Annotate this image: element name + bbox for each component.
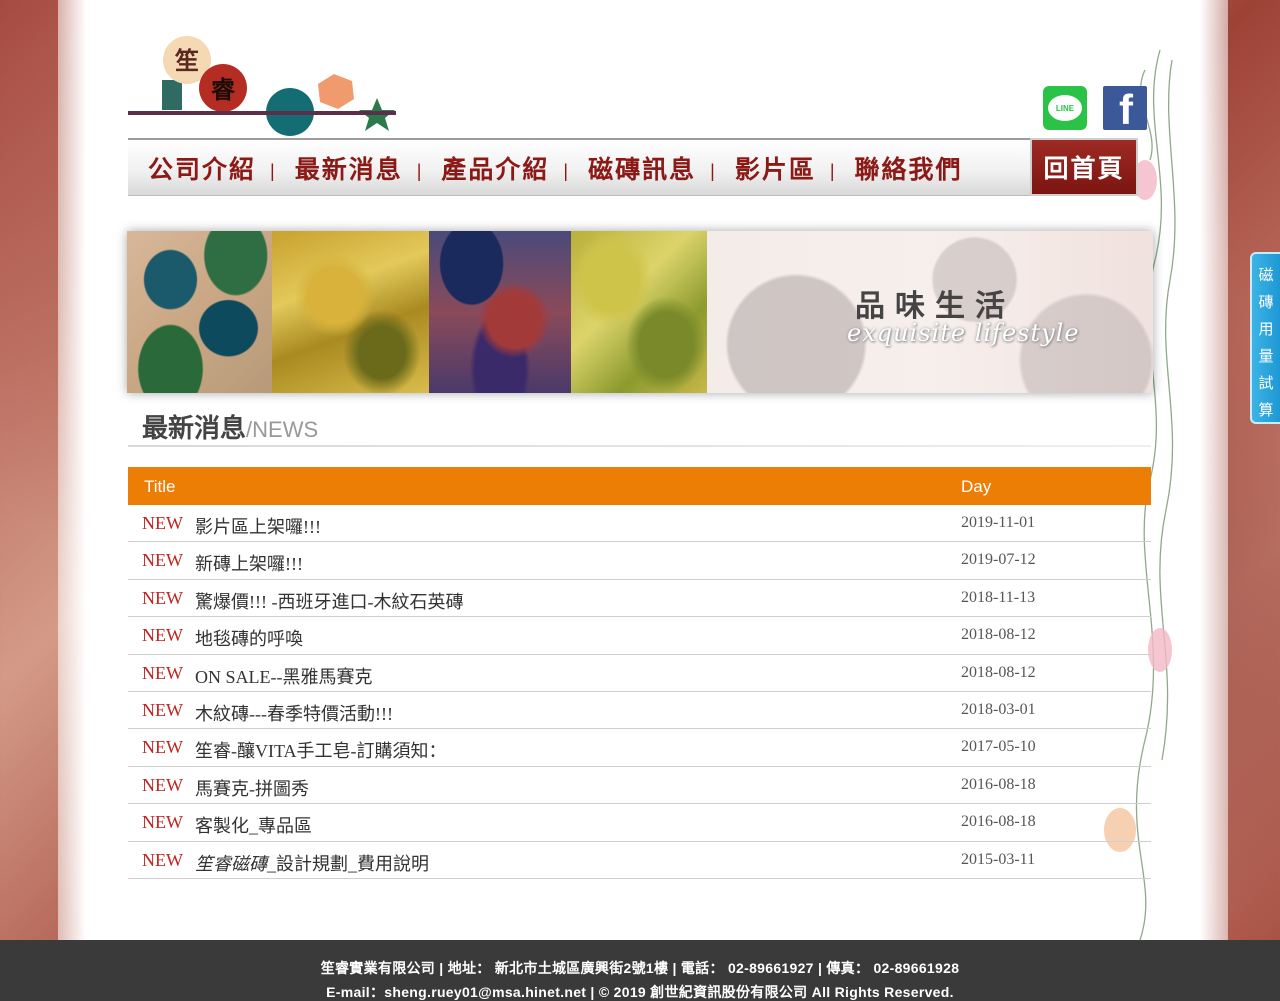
news-date: 2016-08-18 <box>961 813 1036 831</box>
table-row[interactable]: NEW 笙睿磁磚_設計規劃_費用說明 2015-03-11 <box>128 842 1151 879</box>
banner-tile-image <box>272 231 429 393</box>
nav-item-tile-info[interactable]: 磁磚訊息 <box>568 150 696 186</box>
facebook-icon[interactable]: f <box>1103 86 1147 130</box>
facebook-label: f <box>1119 86 1133 131</box>
nav-separator: | <box>563 161 569 181</box>
tile-calculator-tab[interactable]: 磁 磚 用 量 試 算 <box>1250 252 1280 424</box>
news-title-italic: 笙睿磁磚 <box>195 853 267 874</box>
news-title-rest: _設計規劃_費用說明 <box>267 853 429 874</box>
news-date: 2018-03-01 <box>961 700 1036 718</box>
news-rows: NEW 影片區上架囉!!! 2019-11-01 NEW 新磚上架囉!!! 2019-07… <box>128 505 1151 879</box>
news-date: 2019-11-01 <box>961 514 1036 531</box>
news-date: 2018-11-13 <box>961 588 1036 606</box>
banner-subtitle: exquisite lifestyle <box>847 319 1080 347</box>
new-badge: NEW <box>142 699 183 720</box>
table-row[interactable]: NEW 驚爆價!!! -西班牙進口-木紋石英磚 2018-11-13 <box>128 580 1151 618</box>
news-title-link[interactable]: 笙睿-釀VITA手工皂-訂購須知： <box>195 737 447 763</box>
side-tab-char: 量 <box>1258 347 1274 365</box>
news-date: 2018-08-12 <box>961 663 1036 681</box>
news-title-link[interactable]: 客製化_專品區 <box>195 812 312 838</box>
news-date: 2016-08-18 <box>961 775 1036 793</box>
nav-separator: | <box>829 161 835 181</box>
news-date: 2017-05-10 <box>961 738 1036 756</box>
table-row[interactable]: NEW 木紋磚---春季特價活動!!! 2018-03-01 <box>128 692 1151 730</box>
company-logo: 笙 睿 <box>128 36 396 136</box>
side-tab-char: 磚 <box>1258 293 1274 311</box>
table-row[interactable]: NEW 客製化_專品區 2016-08-18 <box>128 804 1151 842</box>
logo-char-top: 笙 <box>174 47 199 75</box>
news-title-link[interactable]: 地毯磚的呼喚 <box>195 625 303 651</box>
nav-item-about[interactable]: 公司介紹 <box>128 150 256 186</box>
nav-item-products[interactable]: 產品介紹 <box>421 150 549 186</box>
news-title-link[interactable]: 新磚上架囉!!! <box>195 550 303 576</box>
banner-tile-image <box>429 231 571 393</box>
nav-item-contact[interactable]: 聯絡我們 <box>835 150 963 186</box>
home-button[interactable]: 回首頁 <box>1030 138 1138 196</box>
new-badge: NEW <box>142 737 183 758</box>
table-row[interactable]: NEW 影片區上架囉!!! 2019-11-01 <box>128 505 1151 543</box>
new-badge: NEW <box>142 625 183 646</box>
banner-tile-image <box>127 231 272 393</box>
new-badge: NEW <box>142 662 183 683</box>
table-row[interactable]: NEW 笙睿-釀VITA手工皂-訂購須知： 2017-05-10 <box>128 729 1151 767</box>
news-heading: 最新消息/NEWS <box>142 408 318 445</box>
table-row[interactable]: NEW 馬賽克-拼圖秀 2016-08-18 <box>128 767 1151 805</box>
table-header: Title Day <box>128 467 1151 505</box>
nav-separator: | <box>270 161 275 181</box>
new-badge: NEW <box>142 774 183 795</box>
news-title-link[interactable]: 影片區上架囉!!! <box>195 513 321 539</box>
line-label: LINE <box>1048 95 1082 121</box>
nav-separator: | <box>416 161 422 181</box>
column-header-title: Title <box>144 477 176 496</box>
new-badge: NEW <box>142 513 183 533</box>
news-title-link[interactable]: 笙睿磁磚_設計規劃_費用說明 <box>195 850 429 876</box>
side-tab-char: 試 <box>1258 374 1274 392</box>
logo-char-bottom: 睿 <box>211 76 236 104</box>
new-badge: NEW <box>142 812 183 833</box>
side-tab-char: 磁 <box>1258 266 1274 284</box>
new-badge: NEW <box>142 550 183 571</box>
news-title-link[interactable]: 驚爆價!!! -西班牙進口-木紋石英磚 <box>195 588 463 614</box>
line-icon[interactable]: LINE <box>1043 86 1087 130</box>
news-table: Title Day NEW 影片區上架囉!!! 2019-11-01 NEW 新磚上架囉… <box>128 467 1151 879</box>
new-badge: NEW <box>142 849 183 870</box>
news-heading-zh: 最新消息 <box>142 414 247 444</box>
news-title-link[interactable]: 木紋磚---春季特價活動!!! <box>195 700 393 726</box>
footer-copyright: E-mail：sheng.ruey01@msa.hinet.net | © 20… <box>326 984 954 1000</box>
news-divider <box>128 445 1151 447</box>
site-footer: 笙睿實業有限公司 | 地址： 新北市土城區廣興街2號1樓 | 電話： 02-89… <box>0 940 1280 1001</box>
new-badge: NEW <box>142 587 183 608</box>
news-date: 2015-03-11 <box>961 850 1036 868</box>
side-tab-char: 用 <box>1258 320 1274 338</box>
news-date: 2018-08-12 <box>961 626 1036 644</box>
news-heading-en: /NEWS <box>246 417 319 442</box>
column-header-day: Day <box>961 477 992 496</box>
nav-separator: | <box>710 161 715 181</box>
banner-tile-image <box>571 231 707 393</box>
main-nav: 公司介紹 | 最新消息 | 產品介紹 | 磁磚訊息 | 影片區 | 聯絡我們 回… <box>128 138 1138 196</box>
table-row[interactable]: NEW 地毯磚的呼喚 2018-08-12 <box>128 617 1151 655</box>
table-row[interactable]: NEW 新磚上架囉!!! 2019-07-12 <box>128 542 1151 580</box>
news-title-link[interactable]: ON SALE--黑雅馬賽克 <box>195 663 373 689</box>
nav-item-videos[interactable]: 影片區 <box>715 150 816 186</box>
footer-company-info: 笙睿實業有限公司 | 地址： 新北市土城區廣興街2號1樓 | 電話： 02-89… <box>320 960 960 976</box>
news-title-link[interactable]: 馬賽克-拼圖秀 <box>195 775 309 801</box>
news-date: 2019-07-12 <box>961 551 1036 569</box>
hero-banner: 品味生活 exquisite lifestyle <box>127 231 1153 393</box>
nav-item-news[interactable]: 最新消息 <box>275 150 403 186</box>
table-row[interactable]: NEW ON SALE--黑雅馬賽克 2018-08-12 <box>128 655 1151 692</box>
side-tab-char: 算 <box>1258 401 1274 419</box>
